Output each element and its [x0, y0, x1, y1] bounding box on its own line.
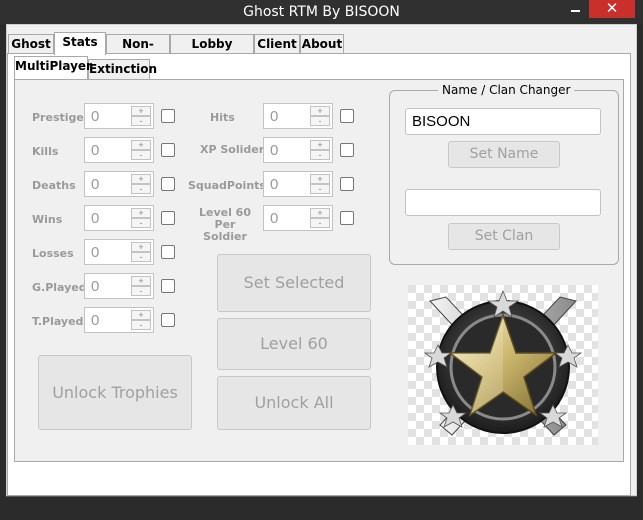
spin-down-icon[interactable]: -: [131, 184, 151, 194]
unlock-trophies-button[interactable]: Unlock Trophies: [38, 355, 192, 430]
losses-label: Losses: [32, 247, 74, 260]
time-played-label: T.Played: [32, 315, 84, 328]
level-60-per-soldier-label: Level 60 Per Soldier: [198, 206, 251, 243]
kills-checkbox[interactable]: [161, 143, 175, 157]
spin-down-icon[interactable]: -: [310, 116, 330, 126]
set-name-button[interactable]: Set Name: [448, 141, 560, 168]
minimize-icon: [570, 10, 580, 12]
spin-up-icon[interactable]: +: [310, 208, 330, 218]
wins-input[interactable]: 0 + -: [84, 205, 154, 231]
wins-label: Wins: [32, 213, 63, 226]
prestige-label: Prestige: [32, 111, 84, 124]
xp-solider-input[interactable]: 0 + -: [263, 137, 333, 163]
spin-up-icon[interactable]: +: [131, 140, 151, 150]
title-bar: Ghost RTM By BISOON ✕: [0, 0, 643, 24]
deaths-checkbox[interactable]: [161, 177, 175, 191]
spin-up-icon[interactable]: +: [131, 242, 151, 252]
hits-input[interactable]: 0 + -: [263, 103, 333, 129]
spin-down-icon[interactable]: -: [310, 218, 330, 228]
losses-checkbox[interactable]: [161, 245, 175, 259]
tab-stats[interactable]: Stats: [54, 32, 106, 55]
games-played-input[interactable]: 0 + -: [84, 273, 154, 299]
spin-down-icon[interactable]: -: [131, 286, 151, 296]
spin-down-icon[interactable]: -: [131, 218, 151, 228]
group-title: Name / Clan Changer: [438, 82, 575, 98]
unlock-all-button[interactable]: Unlock All: [217, 376, 371, 430]
level-60-per-soldier-checkbox[interactable]: [340, 211, 354, 225]
losses-input[interactable]: 0 + -: [84, 239, 154, 265]
client-area: Ghost Stats Non-Host Lobby Setting Clien…: [6, 24, 637, 496]
hits-checkbox[interactable]: [340, 109, 354, 123]
status-bar: [6, 496, 637, 520]
wins-checkbox[interactable]: [161, 211, 175, 225]
window-title: Ghost RTM By BISOON: [243, 4, 400, 20]
spin-up-icon[interactable]: +: [310, 140, 330, 150]
kills-label: Kills: [32, 145, 59, 158]
tab-client[interactable]: Client: [254, 34, 300, 53]
spin-up-icon[interactable]: +: [131, 106, 151, 116]
level-60-per-soldier-input[interactable]: 0 + -: [263, 205, 333, 231]
set-clan-button[interactable]: Set Clan: [448, 223, 560, 250]
multiplayer-panel: Prestige 0 + - Kills 0 + - Deaths 0 + - Win…: [14, 79, 624, 462]
time-played-input[interactable]: 0 + -: [84, 307, 154, 333]
games-played-checkbox[interactable]: [161, 279, 175, 293]
xp-solider-label: XP Solider: [200, 143, 265, 156]
prestige-star-emblem-icon: [408, 285, 598, 445]
tab-multiplayer[interactable]: MultiPlayer: [14, 56, 92, 79]
squad-points-input[interactable]: 0 + -: [263, 171, 333, 197]
spin-down-icon[interactable]: -: [131, 320, 151, 330]
spin-down-icon[interactable]: -: [131, 252, 151, 262]
spin-down-icon[interactable]: -: [131, 116, 151, 126]
squad-points-checkbox[interactable]: [340, 177, 354, 191]
spin-down-icon[interactable]: -: [131, 150, 151, 160]
tab-ghost[interactable]: Ghost: [8, 34, 54, 53]
spin-up-icon[interactable]: +: [310, 106, 330, 116]
clan-input[interactable]: [405, 189, 601, 216]
prestige-input[interactable]: 0 + -: [84, 103, 154, 129]
tab-non-host[interactable]: Non-Host: [106, 34, 170, 69]
spin-up-icon[interactable]: +: [131, 174, 151, 184]
spin-up-icon[interactable]: +: [131, 276, 151, 286]
set-selected-button[interactable]: Set Selected: [217, 254, 371, 312]
deaths-input[interactable]: 0 + -: [84, 171, 154, 197]
kills-input[interactable]: 0 + -: [84, 137, 154, 163]
minimize-button[interactable]: [562, 0, 588, 18]
close-button[interactable]: ✕: [589, 0, 635, 18]
games-played-label: G.Played: [32, 281, 87, 294]
spin-up-icon[interactable]: +: [310, 174, 330, 184]
squad-points-label: SquadPoints: [188, 179, 266, 192]
deaths-label: Deaths: [32, 179, 76, 192]
time-played-checkbox[interactable]: [161, 313, 175, 327]
stats-tab-panel: MultiPlayer Extinction Prestige 0 + - Kil…: [7, 53, 631, 496]
name-input[interactable]: BISOON: [405, 108, 601, 135]
prestige-checkbox[interactable]: [161, 109, 175, 123]
spin-up-icon[interactable]: +: [131, 208, 151, 218]
xp-solider-checkbox[interactable]: [340, 143, 354, 157]
name-clan-changer-group: Name / Clan Changer BISOON Set Name Set …: [389, 82, 619, 265]
spin-down-icon[interactable]: -: [310, 150, 330, 160]
hits-label: Hits: [210, 111, 235, 124]
level-60-button[interactable]: Level 60: [217, 318, 371, 370]
tab-lobby-setting[interactable]: Lobby Setting: [170, 34, 254, 69]
tab-extinction[interactable]: Extinction: [88, 59, 157, 79]
spin-down-icon[interactable]: -: [310, 184, 330, 194]
spin-up-icon[interactable]: +: [131, 310, 151, 320]
tab-about[interactable]: About: [300, 34, 344, 53]
